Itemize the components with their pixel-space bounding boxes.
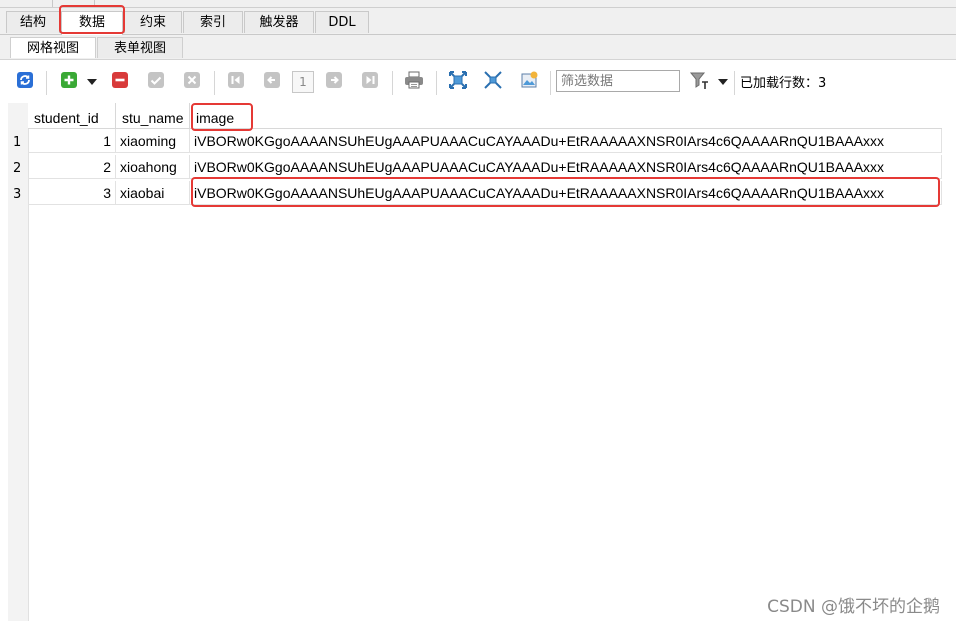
watermark: CSDN @饿不坏的企鹅: [767, 597, 940, 617]
delete-row-button[interactable]: [109, 71, 131, 93]
tab-triggers[interactable]: 触发器: [244, 11, 314, 33]
filter-dropdown[interactable]: [716, 71, 730, 93]
tab-form-view[interactable]: 表单视图: [97, 37, 183, 58]
strip-separator: [94, 0, 95, 7]
next-page-icon: [325, 71, 343, 93]
tab-constraints[interactable]: 约束: [124, 11, 182, 33]
table-row[interactable]: 2 xioahong iVBORw0KGgoAAAANSUhEUgAAAPUAA…: [28, 155, 942, 179]
commit-check-icon: [147, 71, 165, 93]
row-number[interactable]: 3: [8, 187, 28, 202]
cell-student-id[interactable]: 3: [28, 181, 116, 205]
column-header-stu-name[interactable]: stu_name: [116, 103, 190, 129]
cell-student-id[interactable]: 1: [28, 129, 116, 153]
page-number-field[interactable]: 1: [292, 71, 314, 93]
cell-student-id[interactable]: 2: [28, 155, 116, 179]
last-page-icon: [361, 71, 379, 93]
filter-button[interactable]: [688, 71, 710, 93]
data-grid: student_id stu_name image 1 1 xiaoming i…: [0, 103, 956, 621]
column-header-image[interactable]: image: [190, 103, 942, 129]
refresh-button[interactable]: [14, 71, 36, 93]
toolbar-separator: [214, 71, 215, 95]
cell-stu-name[interactable]: xiaoming: [116, 129, 190, 153]
first-page-button[interactable]: [225, 71, 247, 93]
add-row-icon: [60, 71, 78, 93]
export-image-icon: [520, 70, 540, 94]
collapse-icon: [483, 70, 503, 94]
toolbar-separator: [734, 71, 735, 95]
print-icon: [404, 71, 424, 93]
apply-changes-button[interactable]: [145, 71, 167, 93]
cell-stu-name[interactable]: xiaobai: [116, 181, 190, 205]
strip-separator: [52, 0, 53, 7]
tab-data[interactable]: 数据: [61, 11, 123, 35]
cancel-x-icon: [183, 71, 201, 93]
prev-page-icon: [263, 71, 281, 93]
print-button[interactable]: [403, 71, 425, 93]
tab-ddl[interactable]: DDL: [315, 11, 369, 33]
toolbar-separator: [550, 71, 551, 95]
toolbar-separator: [392, 71, 393, 95]
next-page-button[interactable]: [323, 71, 345, 93]
row-number[interactable]: 2: [8, 161, 28, 176]
toolbar-separator: [46, 71, 47, 95]
cell-image[interactable]: iVBORw0KGgoAAAANSUhEUgAAAPUAAACuCAYAAADu…: [190, 181, 942, 205]
filter-icon: [689, 70, 709, 94]
tab-grid-view[interactable]: 网格视图: [10, 37, 96, 58]
window-top-strip: [0, 0, 956, 8]
delete-row-icon: [111, 71, 129, 93]
column-header-student-id[interactable]: student_id: [28, 103, 116, 129]
cell-image[interactable]: iVBORw0KGgoAAAANSUhEUgAAAPUAAACuCAYAAADu…: [190, 155, 942, 179]
table-row[interactable]: 3 xiaobai iVBORw0KGgoAAAANSUhEUgAAAPUAAA…: [28, 181, 942, 205]
last-page-button[interactable]: [359, 71, 381, 93]
filter-input[interactable]: [556, 70, 680, 92]
dropdown-arrow-icon: [718, 75, 728, 90]
dropdown-arrow-icon: [87, 75, 97, 90]
loaded-rows-count: 已加载行数：3: [740, 76, 827, 91]
cell-image[interactable]: iVBORw0KGgoAAAANSUhEUgAAAPUAAACuCAYAAADu…: [190, 129, 942, 153]
row-header-bar: [8, 103, 29, 621]
tab-indexes[interactable]: 索引: [183, 11, 243, 33]
table-row[interactable]: 1 xiaoming iVBORw0KGgoAAAANSUhEUgAAAPUAA…: [28, 129, 942, 153]
tab-structure[interactable]: 结构: [6, 11, 60, 33]
add-row-button[interactable]: [58, 71, 80, 93]
image-view-button[interactable]: [519, 71, 541, 93]
discard-changes-button[interactable]: [181, 71, 203, 93]
add-row-dropdown[interactable]: [85, 71, 99, 93]
expand-button[interactable]: [447, 71, 469, 93]
cell-stu-name[interactable]: xioahong: [116, 155, 190, 179]
main-tabs: 结构 数据 约束 索引 触发器 DDL: [0, 8, 956, 35]
expand-icon: [448, 70, 468, 94]
prev-page-button[interactable]: [261, 71, 283, 93]
collapse-button[interactable]: [482, 71, 504, 93]
row-number[interactable]: 1: [8, 135, 28, 150]
first-page-icon: [227, 71, 245, 93]
refresh-icon: [16, 71, 34, 93]
view-tabs: 网格视图 表单视图: [0, 35, 956, 60]
toolbar-separator: [436, 71, 437, 95]
